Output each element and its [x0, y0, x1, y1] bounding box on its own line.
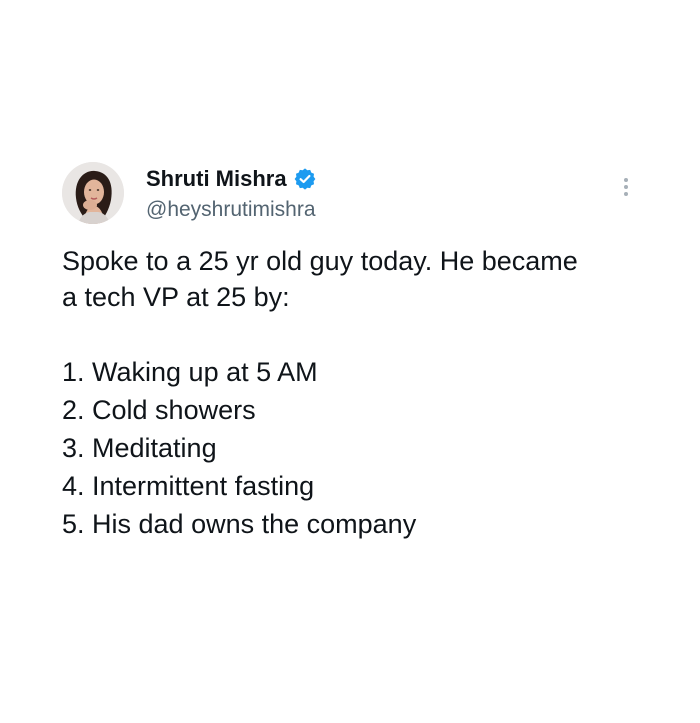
list-item: 2. Cold showers	[62, 395, 256, 425]
list-item: 1. Waking up at 5 AM	[62, 357, 318, 387]
more-dot	[624, 178, 628, 182]
tweet-card: Shruti Mishra @heyshrutimishra Spoke to …	[0, 0, 700, 723]
author-display-name[interactable]: Shruti Mishra	[146, 164, 287, 194]
verified-badge-icon	[294, 168, 316, 190]
more-dot	[624, 192, 628, 196]
avatar-image	[62, 162, 124, 224]
tweet-intro-line: Spoke to a 25 yr old guy today. He becam…	[62, 246, 578, 276]
list-item: 3. Meditating	[62, 433, 217, 463]
more-options-icon[interactable]	[616, 172, 636, 202]
list-item: 4. Intermittent fasting	[62, 471, 315, 501]
author-handle[interactable]: @heyshrutimishra	[146, 196, 316, 224]
more-dot	[624, 185, 628, 189]
tweet-intro-line: a tech VP at 25 by:	[62, 282, 290, 312]
tweet-text: Spoke to a 25 yr old guy today. He becam…	[62, 243, 662, 543]
author-name-row: Shruti Mishra	[146, 164, 316, 194]
tweet-list: 1. Waking up at 5 AM 2. Cold showers 3. …	[62, 353, 662, 543]
list-item: 5. His dad owns the company	[62, 509, 417, 539]
avatar[interactable]	[62, 162, 124, 224]
